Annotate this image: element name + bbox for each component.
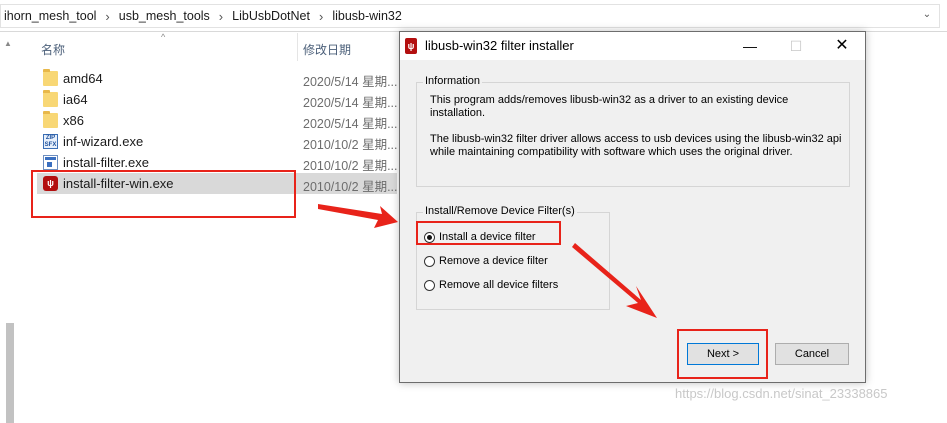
- group-title: Install/Remove Device Filter(s): [423, 205, 577, 217]
- breadcrumb-item[interactable]: ihorn_mesh_tool: [2, 9, 98, 23]
- info-line: This program adds/removes libusb-win32 a…: [430, 94, 789, 106]
- information-group: Information This program adds/removes li…: [416, 75, 850, 187]
- column-date-header[interactable]: 修改日期: [303, 41, 351, 58]
- zip-exe-icon: ZIP SFX: [43, 134, 58, 149]
- dialog-titlebar[interactable]: ψ libusb-win32 filter installer — ☐ ✕: [400, 32, 865, 60]
- chevron-right-icon[interactable]: ›: [312, 9, 330, 24]
- exe-window-icon: [43, 155, 58, 170]
- radio-unchecked-icon[interactable]: [424, 255, 435, 267]
- file-name: amd64: [63, 71, 103, 86]
- radio-remove-all-filters[interactable]: Remove all device filters: [424, 277, 558, 293]
- highlight-box: [677, 329, 768, 379]
- highlight-box: [31, 170, 296, 218]
- file-name: ia64: [63, 92, 88, 107]
- sort-ascending-icon: ^: [161, 32, 166, 42]
- file-row[interactable]: ZIP SFX inf-wizard.exe 2010/10/2 星期...: [37, 131, 398, 152]
- minimize-icon[interactable]: —: [727, 32, 773, 60]
- scrollbar-thumb[interactable]: [6, 323, 14, 423]
- file-row[interactable]: amd64 2020/5/14 星期...: [37, 68, 398, 89]
- arrow-right-icon: [318, 204, 398, 228]
- folder-icon: [43, 90, 58, 107]
- breadcrumb-item[interactable]: libusb-win32: [330, 9, 403, 23]
- file-row[interactable]: ia64 2020/5/14 星期...: [37, 89, 398, 110]
- breadcrumb-item[interactable]: usb_mesh_tools: [117, 9, 212, 23]
- info-line: while maintaining compatibility with sof…: [430, 146, 793, 158]
- file-date: 2010/10/2 星期...: [303, 159, 398, 173]
- radio-unchecked-icon[interactable]: [424, 279, 435, 291]
- file-row[interactable]: x86 2020/5/14 星期...: [37, 110, 398, 131]
- folder-icon: [43, 111, 58, 128]
- column-name-header[interactable]: 名称: [41, 41, 65, 58]
- radio-remove-filter[interactable]: Remove a device filter: [424, 253, 548, 269]
- dialog-title: libusb-win32 filter installer: [425, 38, 574, 53]
- info-paragraph-1: This program adds/removes libusb-win32 a…: [430, 94, 788, 120]
- info-paragraph-2: The libusb-win32 filter driver allows ac…: [430, 133, 841, 159]
- cancel-button[interactable]: Cancel: [775, 343, 849, 365]
- chevron-right-icon[interactable]: ›: [212, 9, 230, 24]
- group-title: Information: [423, 75, 483, 87]
- chevron-right-icon[interactable]: ›: [98, 9, 116, 24]
- file-name: install-filter.exe: [63, 155, 149, 170]
- breadcrumb: ihorn_mesh_tool › usb_mesh_tools › LibUs…: [2, 0, 404, 32]
- usb-installer-icon: ψ: [405, 38, 417, 54]
- file-name: x86: [63, 113, 84, 128]
- radio-label: Remove a device filter: [439, 255, 548, 267]
- info-line: installation.: [430, 107, 486, 119]
- chevron-down-icon[interactable]: ⌄: [921, 9, 933, 21]
- info-line: The libusb-win32 filter driver allows ac…: [430, 133, 842, 145]
- file-date: 2010/10/2 星期...: [303, 180, 398, 194]
- close-icon[interactable]: ✕: [819, 32, 865, 60]
- breadcrumb-item[interactable]: LibUsbDotNet: [230, 9, 312, 23]
- file-date: 2020/5/14 星期...: [303, 117, 398, 131]
- vertical-scrollbar[interactable]: ▲: [0, 33, 20, 423]
- filter-installer-dialog: ψ libusb-win32 filter installer — ☐ ✕ In…: [399, 31, 866, 383]
- file-date: 2020/5/14 星期...: [303, 96, 398, 110]
- highlight-box: [416, 221, 561, 245]
- scroll-up-icon[interactable]: ▲: [4, 39, 12, 48]
- file-name: inf-wizard.exe: [63, 134, 144, 149]
- column-divider[interactable]: [297, 33, 298, 61]
- folder-icon: [43, 69, 58, 86]
- address-bar[interactable]: ihorn_mesh_tool › usb_mesh_tools › LibUs…: [0, 0, 947, 32]
- watermark-text: https://blog.csdn.net/sinat_23338865: [675, 386, 888, 401]
- radio-label: Remove all device filters: [439, 279, 559, 291]
- column-header: ^ 名称 修改日期: [20, 32, 400, 61]
- file-date: 2020/5/14 星期...: [303, 75, 398, 89]
- file-date: 2010/10/2 星期...: [303, 138, 398, 152]
- maximize-icon[interactable]: ☐: [773, 32, 819, 60]
